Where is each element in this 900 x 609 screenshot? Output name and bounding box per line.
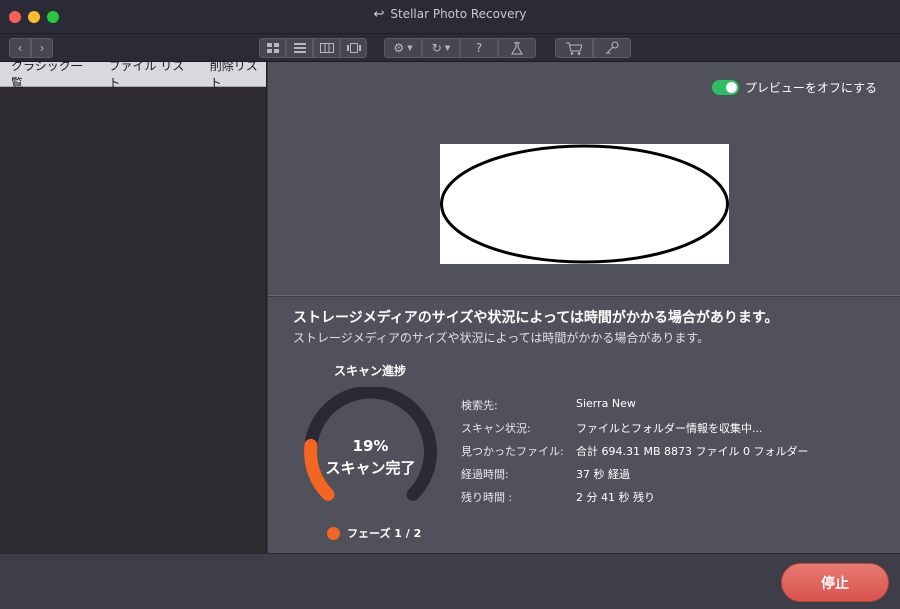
- cart-icon: [566, 42, 582, 55]
- chevron-left-icon: ‹: [17, 41, 23, 55]
- dropdown-caret-icon: ▼: [407, 44, 413, 52]
- scan-info-area: ストレージメディアのサイズや状況によっては時間がかかる場合があります。 ストレー…: [268, 297, 900, 553]
- nav-forward-button[interactable]: ›: [31, 38, 53, 58]
- view-columns-button[interactable]: [313, 38, 340, 58]
- column-view-icon: [319, 43, 334, 53]
- sidebar: クラシック一覧 ファイル リスト 削除リスト: [0, 59, 267, 553]
- phase-indicator: フェーズ 1 / 2: [327, 525, 421, 541]
- detail-label: スキャン状況:: [461, 422, 531, 435]
- cart-button[interactable]: [555, 38, 593, 58]
- sidebar-tab-bar: クラシック一覧 ファイル リスト 削除リスト: [0, 59, 266, 90]
- tab-file-list[interactable]: ファイル リスト: [108, 57, 190, 91]
- preview-toggle-switch[interactable]: [711, 80, 739, 95]
- scan-subline: ストレージメディアのサイズや状況によっては時間がかかる場合があります。: [293, 331, 710, 345]
- detail-value: Sierra New: [576, 397, 636, 410]
- detail-value: 合計 694.31 MB 8873 ファイル 0 フォルダー: [576, 445, 809, 458]
- detail-label: 残り時間 :: [461, 491, 513, 504]
- detail-value: ファイルとフォルダー情報を収集中...: [576, 422, 763, 435]
- view-icons-button[interactable]: [259, 38, 286, 58]
- preview-toggle-label: プレビューをオフにする: [744, 81, 877, 95]
- dropdown-caret-icon: ▼: [444, 44, 451, 52]
- preview-area: プレビューをオフにする: [268, 62, 900, 296]
- gauge-text: 19% スキャン完了: [298, 437, 443, 478]
- preview-toggle-wrap[interactable]: プレビューをオフにする: [711, 79, 877, 96]
- list-view-icon: [293, 43, 306, 53]
- key-icon: [605, 41, 619, 55]
- detail-value: 2 分 41 秒 残り: [576, 491, 655, 504]
- flask-icon: [511, 41, 523, 54]
- preview-image: [440, 144, 729, 264]
- history-icon: ↻: [431, 41, 442, 55]
- main-panel: プレビューをオフにする ストレージメディアのサイズや状況によっては時間がかかる場…: [268, 62, 900, 553]
- window-title-wrap: ↩ Stellar Photo Recovery: [0, 7, 900, 22]
- phase-dot-icon: [327, 526, 340, 540]
- phase-label: フェーズ 1 / 2: [347, 527, 422, 540]
- gear-icon: ⚙: [393, 41, 405, 55]
- history-button[interactable]: ↻ ▼: [422, 38, 460, 58]
- coverflow-view-icon: [346, 43, 361, 53]
- app-back-arrow-icon: ↩: [373, 7, 385, 22]
- title-bar: ↩ Stellar Photo Recovery: [0, 0, 900, 34]
- activate-key-button[interactable]: [593, 38, 631, 58]
- detail-label: 検索先:: [461, 399, 498, 412]
- progress-percent: 19%: [352, 437, 389, 455]
- bottom-bar: 停止: [0, 553, 900, 609]
- progress-status-label: スキャン完了: [325, 459, 416, 477]
- chevron-right-icon: ›: [39, 41, 45, 55]
- tab-deleted-list[interactable]: 削除リスト: [210, 57, 266, 91]
- nav-back-button[interactable]: ‹: [9, 38, 31, 58]
- view-list-button[interactable]: [286, 38, 313, 58]
- help-button[interactable]: ?: [460, 38, 498, 58]
- help-icon: ?: [475, 41, 483, 55]
- lab-button[interactable]: [498, 38, 536, 58]
- scan-headline: ストレージメディアのサイズや状況によっては時間がかかる場合があります。: [293, 310, 779, 326]
- detail-label: 経過時間:: [461, 468, 509, 481]
- grid-view-icon: [266, 43, 279, 53]
- detail-value: 37 秒 経過: [576, 468, 630, 481]
- view-coverflow-button[interactable]: [340, 38, 367, 58]
- stop-button[interactable]: 停止: [781, 563, 889, 602]
- progress-title: スキャン進捗: [334, 364, 407, 378]
- tab-classic-list[interactable]: クラシック一覧: [11, 57, 89, 91]
- window-title: Stellar Photo Recovery: [390, 7, 527, 21]
- detail-label: 見つかったファイル:: [461, 445, 564, 458]
- settings-button[interactable]: ⚙ ▼: [384, 38, 422, 58]
- drive-oval-icon: [440, 144, 729, 264]
